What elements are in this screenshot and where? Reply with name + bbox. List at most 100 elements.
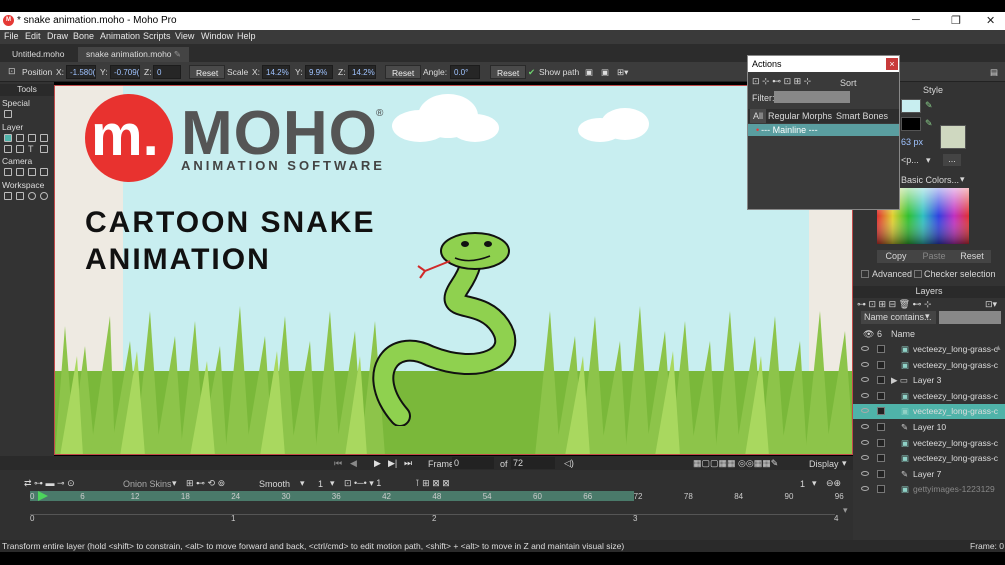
layer-settings-icon[interactable]: ⊡▾ bbox=[985, 299, 997, 310]
layer-checkbox[interactable] bbox=[877, 407, 885, 416]
play-icon[interactable]: ▶ bbox=[374, 458, 381, 469]
brush-preview[interactable] bbox=[940, 125, 966, 149]
show-path-checkbox[interactable]: ✔ bbox=[528, 67, 535, 78]
reset-position-button[interactable]: Reset bbox=[189, 65, 226, 79]
total-frames-field[interactable]: 72 bbox=[511, 457, 555, 469]
timeline-icons-2[interactable]: ⊞ ⊷ ⟲ ⊚ bbox=[186, 478, 225, 489]
layer-icon-1[interactable]: ▣ bbox=[585, 67, 593, 78]
visibility-icon[interactable] bbox=[861, 439, 869, 445]
angle-field[interactable]: 0.0° bbox=[450, 65, 480, 79]
chevron-down-icon[interactable]: ▾ bbox=[812, 478, 817, 489]
layer-row[interactable]: ▣ vecteezy_long-grass-c bbox=[853, 358, 1005, 373]
layer-checkbox[interactable] bbox=[877, 376, 885, 385]
view-mode-icons[interactable]: ▦▢▢▦▦ ◎◎▦▦✎ bbox=[693, 458, 778, 469]
eyedropper-icon-2[interactable]: ✎ bbox=[925, 118, 933, 129]
maximize-icon[interactable]: ❐ bbox=[951, 14, 961, 27]
advanced-checkbox[interactable] bbox=[861, 270, 869, 278]
layer-checkbox[interactable] bbox=[877, 345, 885, 353]
audio-icon[interactable]: ◁) bbox=[564, 458, 574, 469]
action-tool-icons[interactable]: ⊡ ⊹ ⊷ ⊡ ⊞ ⊹ bbox=[752, 76, 811, 87]
layer-row[interactable]: ✎ Layer 10 bbox=[853, 420, 1005, 435]
zoom-icon[interactable] bbox=[16, 192, 24, 200]
interpolation-dropdown[interactable]: Smooth bbox=[259, 479, 290, 489]
special-tool-icon[interactable] bbox=[4, 110, 12, 118]
lock-icon[interactable] bbox=[40, 134, 48, 142]
visibility-icon[interactable] bbox=[861, 361, 869, 367]
pen-tool-icon[interactable] bbox=[16, 110, 24, 118]
menu-draw[interactable]: Draw bbox=[47, 31, 68, 41]
close-icon[interactable]: × bbox=[886, 58, 898, 70]
menu-window[interactable]: Window bbox=[201, 31, 233, 41]
menu-help[interactable]: Help bbox=[237, 31, 256, 41]
display-dropdown[interactable]: Display bbox=[809, 459, 839, 469]
fill-color-swatch[interactable] bbox=[901, 99, 921, 113]
layer-checkbox[interactable] bbox=[877, 391, 885, 400]
chevron-down-icon[interactable]: ▾ bbox=[842, 458, 847, 469]
layer-row[interactable]: ▣ vecteezy_long-grass-c bbox=[853, 451, 1005, 466]
transform-layer-icon[interactable] bbox=[4, 134, 12, 142]
layer-checkbox[interactable] bbox=[877, 469, 885, 478]
layer-row[interactable]: ▣ vecteezy_long-grass-c bbox=[853, 436, 1005, 451]
position-x-field[interactable]: -1.580( bbox=[66, 65, 96, 79]
action-row-mainline[interactable]: • --- Mainline --- bbox=[748, 124, 899, 136]
frame-field[interactable]: 0 bbox=[452, 457, 494, 469]
layer-checkbox[interactable] bbox=[877, 454, 885, 463]
keyframe-icons[interactable]: ⊡ •─• ▾ 1 bbox=[344, 478, 381, 489]
close-icon[interactable]: ✕ bbox=[986, 14, 995, 27]
rotate-workspace-icon[interactable] bbox=[28, 192, 36, 200]
tab-snake-animation[interactable]: snake animation.moho ✎ bbox=[78, 47, 190, 62]
visibility-icon[interactable] bbox=[861, 455, 869, 461]
scale-z-field[interactable]: 14.2% bbox=[348, 65, 376, 79]
checker-checkbox[interactable] bbox=[914, 270, 922, 278]
position-y-field[interactable]: -0.709( bbox=[110, 65, 140, 79]
pin-icon[interactable]: ✎ bbox=[174, 49, 181, 59]
layer-row[interactable]: ✎ Layer 7 bbox=[853, 467, 1005, 482]
camera-zoom-icon[interactable] bbox=[16, 168, 24, 176]
sort-button[interactable]: Sort bbox=[840, 78, 857, 88]
onion-skins-dropdown[interactable]: Onion Skins bbox=[123, 479, 172, 489]
move-icon[interactable] bbox=[16, 134, 24, 142]
layer-tool-icon[interactable] bbox=[4, 145, 12, 153]
scale-y-field[interactable]: 9.9% bbox=[305, 65, 333, 79]
layer-checkbox[interactable] bbox=[877, 360, 885, 369]
camera-roll-icon[interactable] bbox=[28, 168, 36, 176]
menu-view[interactable]: View bbox=[175, 31, 194, 41]
layer-row[interactable]: ▣ gettyimages-1223129 bbox=[853, 482, 1005, 497]
layer-checkbox[interactable] bbox=[877, 423, 885, 431]
paste-button[interactable]: Paste bbox=[915, 250, 953, 263]
chevron-down-icon[interactable]: ▾ bbox=[960, 174, 965, 185]
layer-tool-icons[interactable]: ⊶ ⊡ ⊞ ⊟ 🗑 ⊷ ⊹ bbox=[857, 299, 932, 310]
layer-icon-2[interactable]: ▣ bbox=[601, 67, 609, 78]
canvas[interactable]: m. MOHO ® ANIMATION SOFTWARE CARTOON SNA… bbox=[54, 85, 853, 455]
zoom-icons[interactable]: ⊖⊕ bbox=[826, 478, 841, 489]
grid-options-icon[interactable]: ⊞▾ bbox=[617, 67, 628, 78]
interpolation-value[interactable]: 1 bbox=[318, 479, 323, 489]
reset-style-button[interactable]: Reset bbox=[953, 250, 991, 263]
palette-dropdown[interactable]: Basic Colors... bbox=[901, 175, 959, 185]
camera-track-icon[interactable] bbox=[4, 168, 12, 176]
visibility-icon[interactable] bbox=[861, 424, 869, 429]
chevron-down-icon[interactable]: ▾ bbox=[172, 478, 177, 489]
camera-pan-icon[interactable] bbox=[40, 168, 48, 176]
tab-morphs[interactable]: Morphs bbox=[802, 111, 832, 121]
visibility-icon[interactable] bbox=[861, 486, 869, 492]
copy-button[interactable]: Copy bbox=[877, 250, 915, 263]
panel-toggle-icon[interactable]: ▤ bbox=[990, 67, 998, 78]
scroll-up-icon[interactable]: ▴ bbox=[996, 342, 1001, 353]
eyedropper-icon[interactable]: ✎ bbox=[925, 100, 933, 111]
more-button[interactable]: ... bbox=[943, 154, 961, 166]
step-back-icon[interactable]: ◀ bbox=[350, 458, 357, 469]
tab-all[interactable]: All bbox=[750, 109, 767, 123]
brush-tool-icon[interactable] bbox=[40, 145, 48, 153]
visibility-icon[interactable] bbox=[861, 408, 869, 414]
chevron-down-icon[interactable]: ▾ bbox=[300, 478, 305, 489]
layer-row[interactable]: ▶ ▭ Layer 3 bbox=[853, 373, 1005, 388]
reset-scale-button[interactable]: Reset bbox=[385, 65, 422, 79]
scroll-down-icon[interactable]: ▾ bbox=[843, 505, 848, 516]
tab-smart-bones[interactable]: Smart Bones bbox=[836, 111, 888, 121]
line-width-field[interactable]: 63 px bbox=[901, 137, 923, 147]
menu-scripts[interactable]: Scripts bbox=[143, 31, 171, 41]
layer-checkbox[interactable] bbox=[877, 485, 885, 494]
reset-angle-button[interactable]: Reset bbox=[490, 65, 527, 79]
layer-row[interactable]: ▣ vecteezy_long-grass-c bbox=[853, 389, 1005, 404]
